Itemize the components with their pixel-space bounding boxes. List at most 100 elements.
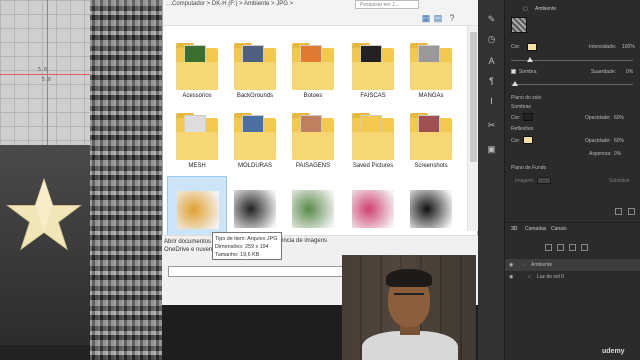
filename-field[interactable] xyxy=(168,266,343,277)
reflection-color-swatch[interactable] xyxy=(523,136,533,144)
panel-trash-icon[interactable] xyxy=(628,208,635,215)
folder-icon xyxy=(292,40,334,90)
sombras-cor-label: Cor: xyxy=(511,115,521,121)
address-bar: ...Computador > DK-H (F:) > Ambiente > J… xyxy=(163,0,479,26)
panel-divider xyxy=(505,222,640,223)
address-path[interactable]: ...Computador > DK-H (F:) > Ambiente > J… xyxy=(167,1,293,7)
3d-light-icon[interactable] xyxy=(581,244,588,251)
character-icon[interactable]: ¶ xyxy=(486,76,497,87)
layer-name: Luz do sol 0 xyxy=(537,274,564,280)
folder-item[interactable]: MANGAs xyxy=(401,36,461,106)
tooltip-type: Tipo de item: Arquivo JPG xyxy=(215,236,278,242)
folder-icon xyxy=(410,40,452,90)
history-icon[interactable]: ◷ xyxy=(486,34,497,45)
help-icon[interactable]: ? xyxy=(447,13,457,23)
substituir-button[interactable]: Substituir xyxy=(609,178,630,184)
panel-button-a[interactable] xyxy=(615,208,622,215)
layers-icon[interactable]: ▣ xyxy=(486,144,497,155)
image-thumbnail-icon xyxy=(234,190,276,228)
opacidade2-value[interactable]: 60% xyxy=(614,138,624,144)
reflexoes-cor-label: Cor: xyxy=(511,138,521,144)
plano-solo-label: Plano do solo xyxy=(511,95,542,101)
noise-texture-strip xyxy=(90,0,162,360)
tab-camadas[interactable]: Camadas xyxy=(525,226,546,232)
reflexoes-label: Reflexões xyxy=(511,126,534,132)
folder-item[interactable]: FAISCAS xyxy=(343,36,403,106)
image-thumbnail-icon xyxy=(410,190,452,228)
folder-item[interactable]: BackGrounds xyxy=(225,36,285,106)
folder-item[interactable]: PAISAGENS xyxy=(283,106,343,176)
item-label: PAISAGENS xyxy=(295,163,331,169)
image-thumbnail-icon xyxy=(177,191,219,229)
presenter-hair xyxy=(386,269,432,287)
folder-icon xyxy=(176,110,218,160)
suavidade-slider[interactable] xyxy=(511,84,633,85)
item-label: Screenshots xyxy=(414,163,448,169)
folder-item[interactable]: Acessorios xyxy=(167,36,227,106)
star-3d-object[interactable] xyxy=(4,175,84,255)
udemy-watermark: udemy xyxy=(602,348,625,355)
item-label: Acessorios xyxy=(182,93,212,99)
folder-item[interactable]: Saved Pictures xyxy=(343,106,403,176)
3d-viewport[interactable]: 5.0 5.0 xyxy=(0,0,90,360)
sombra-label: Sombra xyxy=(519,69,537,75)
opacidade1-value[interactable]: 60% xyxy=(614,115,624,121)
search-input[interactable]: Pesquisar em J... xyxy=(355,0,419,9)
tools-icon[interactable]: ✂ xyxy=(486,120,497,131)
item-label: MANGAs xyxy=(418,93,444,99)
text-tool-icon[interactable]: A xyxy=(486,56,497,67)
3d-material-icon[interactable] xyxy=(569,244,576,251)
sombra-checkbox[interactable] xyxy=(511,69,516,74)
tab-3d[interactable]: 3D xyxy=(511,226,517,232)
x-axis-line xyxy=(0,74,90,75)
folder-icon xyxy=(410,110,452,160)
intensidade-value[interactable]: 100% xyxy=(622,44,635,50)
paragraph-icon[interactable]: Ⅰ xyxy=(486,96,497,107)
folder-item[interactable]: Botoes xyxy=(283,36,343,106)
tab-canais[interactable]: Canais xyxy=(551,226,567,232)
3d-scene-icon[interactable] xyxy=(545,244,552,251)
item-label: MOLDURAS xyxy=(237,163,272,169)
3d-mesh-icon[interactable] xyxy=(557,244,564,251)
presenter-glasses xyxy=(394,293,424,299)
suavidade-slider-knob[interactable] xyxy=(512,81,518,86)
folder-icon xyxy=(176,40,218,90)
viewport-bottom-bar xyxy=(0,345,90,360)
screen: 5.0 5.0 ...Computador > DK-H (F:) > Ambi… xyxy=(0,0,640,360)
image-thumbnail-icon xyxy=(292,190,334,228)
intensidade-label: Intensidade: xyxy=(589,44,617,50)
folder-item[interactable]: MOLDURAS xyxy=(225,106,285,176)
opacidade2-label: Opacidade: xyxy=(585,138,611,144)
folder-icon xyxy=(292,110,334,160)
suavidade-label: Suavidade: xyxy=(591,69,617,75)
status-right-text: ência de imagens xyxy=(280,238,328,244)
aspereza-value[interactable]: 0% xyxy=(614,151,621,157)
item-label: Botoes xyxy=(303,93,323,99)
layer-row-luz-do-sol[interactable]: ◉ ☼ Luz do sol 0 xyxy=(505,271,640,283)
shadow-color-swatch[interactable] xyxy=(523,113,533,121)
details-pane-icon[interactable]: ▤ xyxy=(433,13,443,23)
sombras-label: Sombras xyxy=(511,104,532,110)
view-options-icon[interactable]: ▦ xyxy=(421,13,431,23)
layer-row-ambiente[interactable]: ◉ ◌ Ambiente xyxy=(505,259,640,271)
visibility-eye-icon[interactable]: ◉ xyxy=(509,262,513,268)
folder-icon xyxy=(234,110,276,160)
folder-item[interactable]: Screenshots xyxy=(401,106,461,176)
folder-icon xyxy=(352,110,394,160)
cor-label: Cor: xyxy=(511,44,521,50)
folder-item[interactable]: MESH xyxy=(167,106,227,176)
eyedropper-tool-icon[interactable]: ✎ xyxy=(486,14,497,25)
suavidade-value[interactable]: 0% xyxy=(626,69,633,75)
imagem-thumbnail[interactable] xyxy=(537,177,551,184)
ibl-preview[interactable] xyxy=(511,17,527,33)
scrollbar-thumb[interactable] xyxy=(470,32,477,162)
light-color-swatch[interactable] xyxy=(527,43,537,51)
imagem-label: Imagem: xyxy=(515,178,535,184)
intensidade-slider-knob[interactable] xyxy=(527,57,533,62)
presenter-shirt xyxy=(362,331,458,360)
visibility-eye-icon[interactable]: ◉ xyxy=(509,274,513,280)
panel-title: Ambiente xyxy=(535,6,557,12)
photoshop-toolbar: ✎ ◷ A ¶ Ⅰ ✂ ▣ xyxy=(478,0,505,360)
panel-title-icon: ▢ xyxy=(523,6,528,12)
aspereza-label: Aspereza: xyxy=(589,151,612,157)
